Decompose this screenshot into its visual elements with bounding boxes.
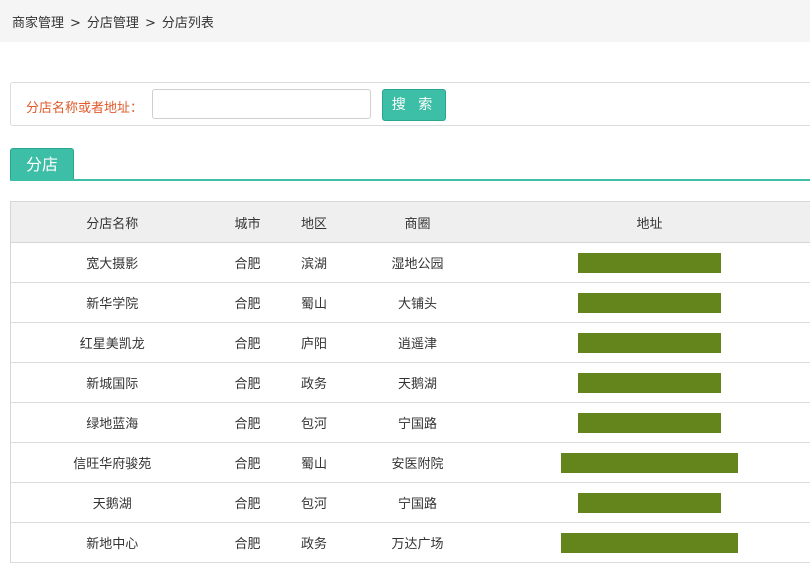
breadcrumb: 商家管理 > 分店管理 > 分店列表 bbox=[12, 12, 214, 31]
address-redaction-block bbox=[578, 412, 721, 433]
cell-district: 政务 bbox=[281, 522, 347, 563]
cell-area: 大铺头 bbox=[346, 282, 489, 323]
address-redaction-block bbox=[578, 252, 721, 273]
search-panel: 分店名称或者地址： 搜 索 bbox=[10, 82, 810, 126]
cell-address bbox=[488, 522, 810, 563]
cell-name: 宽大摄影 bbox=[10, 242, 214, 283]
cell-city: 合肥 bbox=[213, 402, 282, 443]
cell-district: 政务 bbox=[281, 362, 347, 403]
cell-city: 合肥 bbox=[213, 282, 282, 323]
cell-district: 庐阳 bbox=[281, 322, 347, 363]
column-header-name: 分店名称 bbox=[10, 201, 214, 243]
cell-name: 绿地蓝海 bbox=[10, 402, 214, 443]
cell-district: 蜀山 bbox=[281, 442, 347, 483]
cell-city: 合肥 bbox=[213, 522, 282, 563]
top-bar: 商家管理 > 分店管理 > 分店列表 bbox=[0, 0, 810, 42]
cell-address bbox=[488, 482, 810, 523]
column-header-area: 商圈 bbox=[346, 201, 489, 243]
tab-strip: 分店 bbox=[10, 148, 810, 181]
address-redaction-block bbox=[578, 292, 721, 313]
cell-district: 蜀山 bbox=[281, 282, 347, 323]
address-redaction-block bbox=[561, 452, 738, 473]
cell-area: 天鹅湖 bbox=[346, 362, 489, 403]
cell-address bbox=[488, 362, 810, 403]
search-label: 分店名称或者地址： bbox=[26, 101, 144, 116]
table-row: 绿地蓝海 合肥 包河 宁国路 bbox=[10, 402, 810, 443]
cell-district: 包河 bbox=[281, 482, 347, 523]
table-row: 天鹅湖 合肥 包河 宁国路 bbox=[10, 482, 810, 523]
cell-city: 合肥 bbox=[213, 482, 282, 523]
cell-address bbox=[488, 402, 810, 443]
table-row: 新地中心 合肥 政务 万达广场 bbox=[10, 522, 810, 563]
breadcrumb-item-branch-list: 分店列表 bbox=[161, 16, 214, 31]
cell-district: 滨湖 bbox=[281, 242, 347, 283]
cell-city: 合肥 bbox=[213, 362, 282, 403]
column-header-district: 地区 bbox=[281, 201, 347, 243]
cell-name: 新城国际 bbox=[10, 362, 214, 403]
table-row: 信旺华府骏苑 合肥 蜀山 安医附院 bbox=[10, 442, 810, 483]
search-button[interactable]: 搜 索 bbox=[382, 89, 446, 121]
breadcrumb-separator: > bbox=[70, 16, 81, 31]
cell-address bbox=[488, 282, 810, 323]
table-row: 红星美凯龙 合肥 庐阳 逍遥津 bbox=[10, 322, 810, 363]
address-redaction-block bbox=[578, 492, 721, 513]
breadcrumb-item-branch-manage[interactable]: 分店管理 bbox=[87, 16, 139, 31]
search-input[interactable] bbox=[152, 89, 371, 119]
table-row: 宽大摄影 合肥 滨湖 湿地公园 bbox=[10, 242, 810, 283]
cell-address bbox=[488, 242, 810, 283]
column-header-city: 城市 bbox=[213, 201, 282, 243]
table-row: 新华学院 合肥 蜀山 大铺头 bbox=[10, 282, 810, 323]
branch-table: 分店名称 城市 地区 商圈 地址 宽大摄影 合肥 滨湖 湿地公园 新华学院 合肥 蜀山 大铺头… bbox=[10, 201, 810, 563]
cell-address bbox=[488, 322, 810, 363]
address-redaction-block bbox=[578, 372, 721, 393]
tab-branches[interactable]: 分店 bbox=[10, 148, 74, 179]
cell-area: 安医附院 bbox=[346, 442, 489, 483]
cell-city: 合肥 bbox=[213, 322, 282, 363]
cell-district: 包河 bbox=[281, 402, 347, 443]
cell-area: 湿地公园 bbox=[346, 242, 489, 283]
cell-name: 信旺华府骏苑 bbox=[10, 442, 214, 483]
table-row: 新城国际 合肥 政务 天鹅湖 bbox=[10, 362, 810, 403]
breadcrumb-item-merchant[interactable]: 商家管理 bbox=[12, 16, 64, 31]
cell-area: 万达广场 bbox=[346, 522, 489, 563]
cell-city: 合肥 bbox=[213, 442, 282, 483]
cell-address bbox=[488, 442, 810, 483]
address-redaction-block bbox=[561, 532, 738, 553]
cell-name: 新地中心 bbox=[10, 522, 214, 563]
cell-name: 新华学院 bbox=[10, 282, 214, 323]
cell-city: 合肥 bbox=[213, 242, 282, 283]
address-redaction-block bbox=[578, 332, 721, 353]
table-header-row: 分店名称 城市 地区 商圈 地址 bbox=[10, 201, 810, 243]
column-header-address: 地址 bbox=[488, 201, 810, 243]
cell-area: 逍遥津 bbox=[346, 322, 489, 363]
cell-name: 红星美凯龙 bbox=[10, 322, 214, 363]
cell-area: 宁国路 bbox=[346, 482, 489, 523]
cell-area: 宁国路 bbox=[346, 402, 489, 443]
cell-name: 天鹅湖 bbox=[10, 482, 214, 523]
breadcrumb-separator: > bbox=[144, 16, 156, 31]
